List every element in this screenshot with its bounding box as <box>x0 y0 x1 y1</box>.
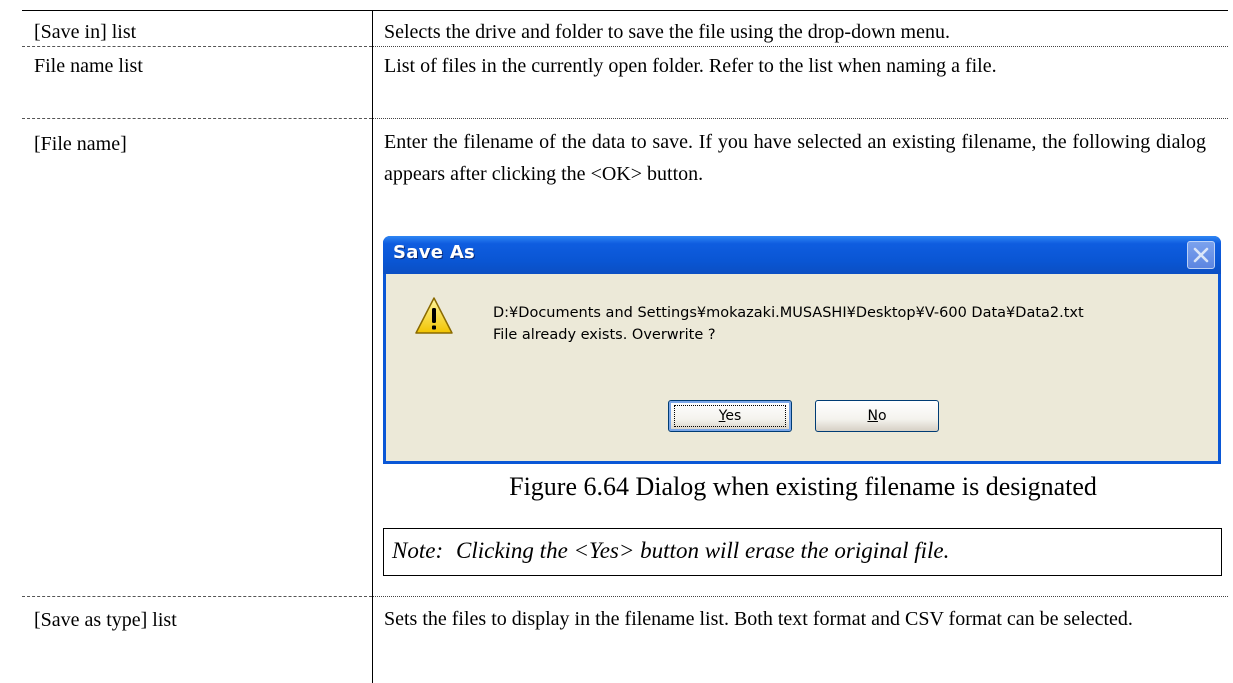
dialog-client-area: D:¥Documents and Settings¥mokazaki.MUSAS… <box>386 274 1218 461</box>
table-top-rule <box>22 10 1228 11</box>
no-button[interactable]: No <box>815 400 939 432</box>
row-desc-save-in: Selects the drive and folder to save the… <box>384 21 950 43</box>
row-desc-save-as-type: Sets the files to display in the filenam… <box>384 608 1133 630</box>
row-separator <box>373 596 1228 597</box>
dialog-message: D:¥Documents and Settings¥mokazaki.MUSAS… <box>493 302 1213 346</box>
table-column-divider <box>372 10 373 683</box>
note-box: Note: Clicking the <Yes> button will eras… <box>383 528 1222 576</box>
no-button-label: No <box>867 408 887 424</box>
warning-icon <box>415 297 453 334</box>
save-as-dialog: Save As D:¥Documents and Settings¥mokaza… <box>383 236 1221 464</box>
dialog-question: File already exists. Overwrite ? <box>493 327 716 343</box>
row-term-file-name-list: File name list <box>34 55 143 77</box>
row-separator <box>373 118 1228 119</box>
close-icon <box>1193 247 1209 263</box>
row-separator <box>22 46 372 47</box>
row-term-save-as-type: [Save as type] list <box>34 609 177 631</box>
yes-button-label: Yes <box>718 408 742 424</box>
note-text: Clicking the <Yes> button will erase the… <box>456 538 950 563</box>
dialog-title: Save As <box>393 242 476 263</box>
row-separator <box>22 118 372 119</box>
row-separator <box>22 596 372 597</box>
close-button[interactable] <box>1187 241 1215 269</box>
row-separator <box>373 46 1228 47</box>
figure-caption: Figure 6.64 Dialog when existing filenam… <box>509 472 1097 501</box>
note-label: Note: <box>392 538 444 563</box>
dialog-path: D:¥Documents and Settings¥mokazaki.MUSAS… <box>493 305 1084 321</box>
row-term-save-in: [Save in] list <box>34 21 137 43</box>
row-desc-file-name: Enter the filename of the data to save. … <box>384 131 1206 185</box>
row-term-file-name: [File name] <box>34 133 127 155</box>
yes-button[interactable]: Yes <box>668 400 792 432</box>
document-page: [Save in] list Selects the drive and fol… <box>0 0 1233 683</box>
row-desc-file-name-list: List of files in the currently open fold… <box>384 55 997 77</box>
dialog-titlebar: Save As <box>383 236 1221 274</box>
